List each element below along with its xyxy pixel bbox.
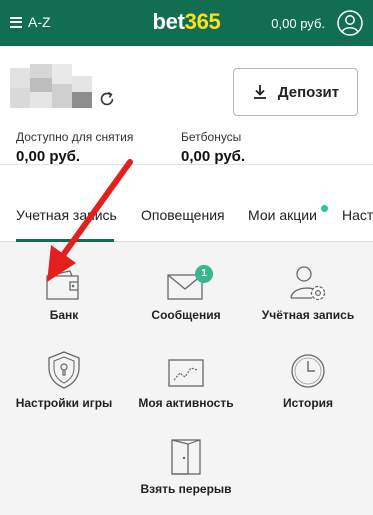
grid-label-history: История bbox=[282, 396, 334, 410]
active-tab-indicator bbox=[16, 239, 114, 242]
app-root: A-Z bet365 0,00 руб. Депозит Доступно дл… bbox=[0, 0, 373, 515]
tab-my-offers[interactable]: Мои акции bbox=[248, 207, 317, 223]
account-summary: Депозит Доступно для снятия 0,00 руб. Бе… bbox=[0, 46, 373, 165]
tab-notifications[interactable]: Оповещения bbox=[141, 207, 225, 223]
logo-text-365: 365 bbox=[184, 9, 221, 34]
username-pixelated bbox=[10, 64, 92, 108]
bonus-label: Бетбонусы bbox=[181, 130, 242, 144]
refresh-balance-icon[interactable] bbox=[98, 90, 116, 108]
grid-item-take-break[interactable]: Взять перерыв bbox=[124, 436, 248, 496]
grid-label-messages: Сообщения bbox=[151, 308, 221, 322]
activity-chart-icon bbox=[168, 359, 204, 387]
grid-label-activity: Моя активность bbox=[138, 396, 234, 410]
grid-label-bank: Банк bbox=[49, 308, 79, 322]
unread-messages-badge: 1 bbox=[195, 265, 213, 283]
deposit-label: Депозит bbox=[277, 83, 340, 101]
grid-item-game-settings[interactable]: Настройки игры bbox=[2, 350, 126, 410]
grid-item-history[interactable]: История bbox=[246, 352, 370, 410]
grid-item-activity[interactable]: Моя активность bbox=[124, 356, 248, 410]
bonus-balance: Бетбонусы 0,00 руб. bbox=[181, 130, 245, 165]
door-icon bbox=[171, 439, 201, 475]
tab-settings[interactable]: Настройки bbox=[342, 207, 373, 223]
download-icon bbox=[253, 85, 266, 99]
grid-label-account: Учётная запись bbox=[261, 308, 355, 322]
logo-text-bet: bet bbox=[152, 9, 185, 34]
shield-lock-icon bbox=[48, 351, 80, 389]
withdrawable-balance: Доступно для снятия 0,00 руб. bbox=[16, 130, 133, 165]
grid-label-take-break: Взять перерыв bbox=[140, 482, 232, 496]
bonus-value: 0,00 руб. bbox=[181, 148, 246, 165]
deposit-button[interactable]: Депозит bbox=[233, 68, 358, 116]
wallet-icon bbox=[46, 270, 79, 300]
withdrawable-value: 0,00 руб. bbox=[16, 148, 81, 165]
new-offers-dot bbox=[321, 205, 328, 212]
account-tabs: Учетная запись Оповещения Мои акции Наст… bbox=[0, 164, 373, 242]
grid-item-bank[interactable]: Банк bbox=[2, 268, 126, 322]
account-settings-icon bbox=[290, 266, 326, 301]
grid-item-messages[interactable]: 1 Сообщения bbox=[124, 265, 248, 322]
withdrawable-label: Доступно для снятия bbox=[16, 130, 134, 144]
grid-item-account[interactable]: Учётная запись bbox=[246, 264, 370, 322]
tab-account[interactable]: Учетная запись bbox=[16, 207, 117, 223]
header-balance[interactable]: 0,00 руб. bbox=[271, 16, 325, 31]
grid-label-game-settings: Настройки игры bbox=[15, 396, 113, 410]
clock-icon bbox=[291, 354, 325, 388]
user-account-icon[interactable] bbox=[337, 10, 363, 36]
top-header: A-Z bet365 0,00 руб. bbox=[0, 0, 373, 46]
